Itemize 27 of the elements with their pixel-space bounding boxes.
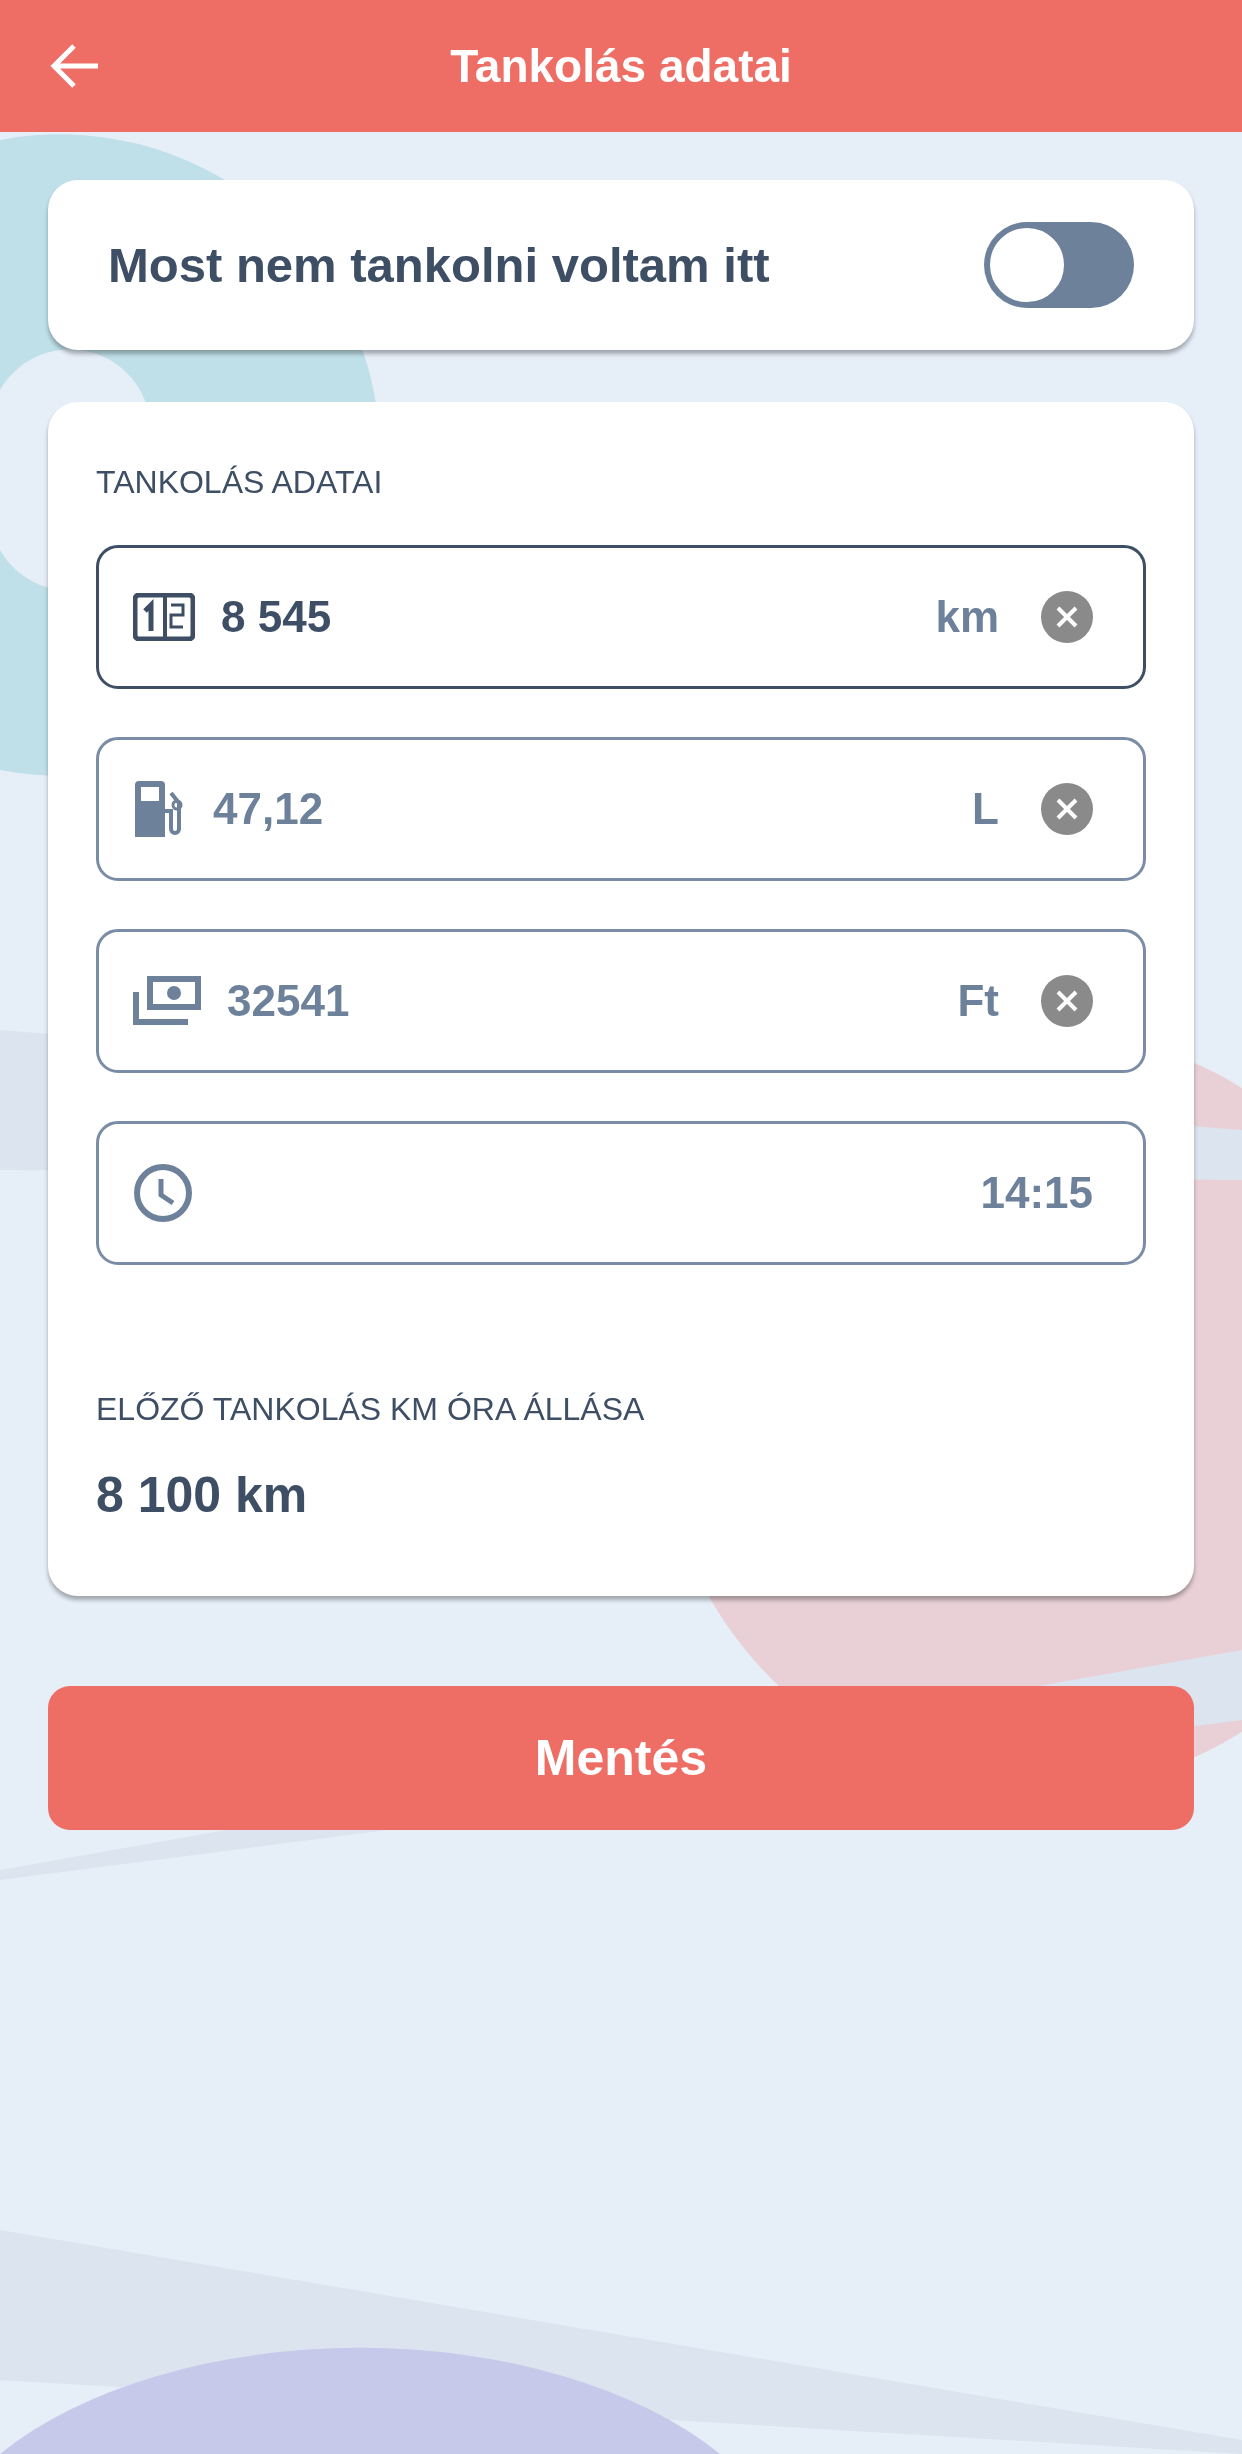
field-value: 14:15 <box>979 1168 1093 1218</box>
close-icon <box>1056 798 1078 820</box>
unit-label: Ft <box>957 976 999 1026</box>
toggle-label: Most nem tankolni voltam itt <box>108 237 770 293</box>
clear-button[interactable] <box>1041 975 1093 1027</box>
input-field[interactable]: 47,12 L <box>96 737 1146 881</box>
previous-odometer-label: ELŐZŐ TANKOLÁS KM ÓRA ÁLLÁSA <box>96 1391 646 1428</box>
screen-title: Tankolás adatai <box>450 39 792 93</box>
section-title: TANKOLÁS ADATAI <box>96 464 384 501</box>
unit-label: L <box>972 784 999 834</box>
previous-odometer-value: 8 100 km <box>96 1466 309 1524</box>
clear-button[interactable] <box>1041 783 1093 835</box>
odometer-icon <box>133 593 195 641</box>
input-field[interactable]: 32541 Ft <box>96 929 1146 1073</box>
input-field[interactable]: 14:15 <box>96 1121 1146 1265</box>
save-button[interactable]: Mentés <box>48 1686 1194 1830</box>
close-icon <box>1056 990 1078 1012</box>
field-value: 8 545 <box>221 592 333 642</box>
back-arrow-icon <box>50 43 100 89</box>
money-icon <box>133 976 201 1026</box>
field-value: 47,12 <box>213 784 325 834</box>
close-icon <box>1056 606 1078 628</box>
clock-icon <box>133 1163 193 1223</box>
unit-label: km <box>935 592 999 642</box>
clear-button[interactable] <box>1041 591 1093 643</box>
input-field[interactable]: 8 545 km <box>96 545 1146 689</box>
field-value: 32541 <box>227 976 351 1026</box>
